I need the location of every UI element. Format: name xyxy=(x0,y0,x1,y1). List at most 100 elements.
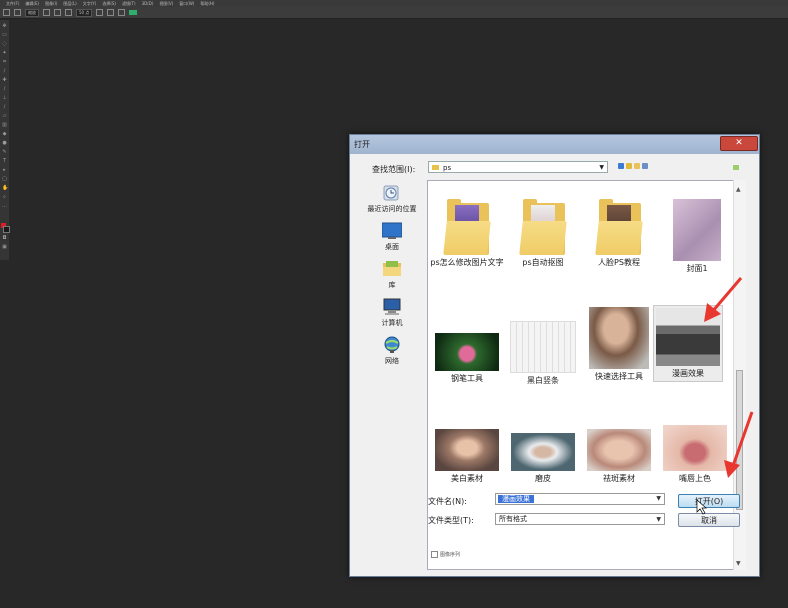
menu-image[interactable]: 图像(I) xyxy=(45,1,57,7)
move-tool-icon[interactable]: ✥ xyxy=(2,24,7,29)
place-label: 计算机 xyxy=(381,319,403,327)
view-menu-icon[interactable] xyxy=(642,163,648,169)
option-icon[interactable] xyxy=(96,9,104,16)
menu-view[interactable]: 视图(V) xyxy=(159,1,173,7)
file-list-scrollbar[interactable]: ▲ ▼ xyxy=(733,180,746,570)
eyedropper-tool-icon[interactable]: ∕ xyxy=(2,69,7,74)
up-folder-icon[interactable] xyxy=(626,163,632,169)
image-item[interactable]: 嘴唇上色 xyxy=(657,425,733,484)
image-item[interactable]: 黑白竖条 xyxy=(505,321,581,386)
folder-icon xyxy=(519,199,567,255)
history-brush-tool-icon[interactable]: ∕ xyxy=(2,105,7,110)
cancel-button[interactable]: 取消 xyxy=(678,513,740,527)
menu-layer[interactable]: 图层(L) xyxy=(63,1,76,7)
menu-3d[interactable]: 3D(D) xyxy=(142,1,154,6)
marquee-tool-icon[interactable]: ▭ xyxy=(2,33,7,38)
menu-select[interactable]: 选择(S) xyxy=(102,1,116,7)
place-recent[interactable]: 最近访问的位置 xyxy=(358,184,426,214)
file-name: 磨皮 xyxy=(535,474,551,483)
filetype-label: 文件类型(T): xyxy=(428,516,474,525)
file-name: 人脸PS教程 xyxy=(598,258,640,267)
path-select-tool-icon[interactable]: ▸ xyxy=(2,168,7,173)
image-item[interactable]: 快速选择工具 xyxy=(581,307,657,382)
scroll-up-icon[interactable]: ▲ xyxy=(736,186,741,193)
filetype-value: 所有格式 xyxy=(499,515,527,523)
computer-icon xyxy=(382,298,402,316)
chevron-down-icon: ▼ xyxy=(656,516,661,523)
eraser-tool-icon[interactable]: ▱ xyxy=(2,114,7,119)
dialog-title-bar[interactable]: 打开 ✕ xyxy=(350,135,759,154)
place-desktop[interactable]: 桌面 xyxy=(358,222,426,252)
folder-item[interactable]: ps怎么修改图片文字 xyxy=(429,199,505,268)
screen-mode-icon[interactable]: ▣ xyxy=(2,245,7,250)
place-label: 库 xyxy=(388,281,396,289)
close-button[interactable]: ✕ xyxy=(720,136,758,151)
back-icon[interactable] xyxy=(618,163,624,169)
image-item[interactable]: 祛斑素材 xyxy=(581,429,657,484)
menu-help[interactable]: 帮助(H) xyxy=(200,1,214,7)
place-computer[interactable]: 计算机 xyxy=(358,298,426,328)
image-thumbnail xyxy=(663,425,727,471)
help-icon[interactable] xyxy=(733,165,739,170)
dodge-tool-icon[interactable]: ● xyxy=(2,141,7,146)
shape-tool-icon[interactable]: ▢ xyxy=(2,177,7,182)
folder-item[interactable]: 人脸PS教程 xyxy=(581,199,657,268)
place-libraries[interactable]: 库 xyxy=(358,260,426,290)
filename-value: 漫画效果 xyxy=(498,495,534,503)
stamp-tool-icon[interactable]: ⊥ xyxy=(2,96,7,101)
image-sequence-checkbox[interactable]: 图像序列 xyxy=(431,551,460,558)
option-icon[interactable] xyxy=(43,9,50,16)
chevron-down-icon[interactable]: ▼ xyxy=(656,495,661,502)
brush-icon[interactable] xyxy=(14,9,21,16)
brush-tool-icon[interactable]: ∕ xyxy=(2,87,7,92)
image-thumbnail xyxy=(589,307,649,369)
image-item[interactable]: 封面1 xyxy=(659,199,735,274)
healing-tool-icon[interactable]: ✚ xyxy=(2,78,7,83)
network-icon xyxy=(382,336,402,354)
option-field-1[interactable]: 缩放 xyxy=(25,8,39,17)
type-tool-icon[interactable]: T xyxy=(2,159,7,164)
zoom-tool-icon[interactable]: ⌕ xyxy=(2,195,7,200)
image-item[interactable]: 磨皮 xyxy=(505,433,581,484)
option-icon[interactable] xyxy=(54,9,61,16)
place-network[interactable]: 网络 xyxy=(358,336,426,366)
menu-file[interactable]: 文件(F) xyxy=(6,1,19,7)
blur-tool-icon[interactable]: ◆ xyxy=(2,132,7,137)
quick-mask-icon[interactable]: ◘ xyxy=(2,236,7,241)
scroll-down-icon[interactable]: ▼ xyxy=(736,560,741,567)
menu-edit[interactable]: 编辑(E) xyxy=(25,1,39,7)
background-color-swatch[interactable] xyxy=(3,226,10,233)
tool-preset-icon[interactable] xyxy=(3,9,10,16)
menu-filter[interactable]: 滤镜(T) xyxy=(122,1,136,7)
image-thumbnail xyxy=(656,308,720,366)
filename-input[interactable]: 漫画效果 ▼ xyxy=(495,493,665,505)
new-folder-icon[interactable] xyxy=(634,163,640,169)
folder-item[interactable]: ps自动抠图 xyxy=(505,199,581,268)
option-icon[interactable] xyxy=(107,9,115,16)
libraries-icon xyxy=(382,260,402,278)
magic-wand-tool-icon[interactable]: ✦ xyxy=(2,51,7,56)
file-name: 祛斑素材 xyxy=(603,474,635,483)
more-tools-icon[interactable]: … xyxy=(2,204,7,209)
option-icon[interactable] xyxy=(118,9,126,16)
checkbox-box[interactable] xyxy=(431,551,438,558)
desktop-icon xyxy=(381,222,403,240)
menu-type[interactable]: 文字(Y) xyxy=(83,1,97,7)
open-button[interactable]: 打开(O) xyxy=(678,494,740,508)
scrollbar-thumb[interactable] xyxy=(736,370,743,510)
image-item[interactable]: 美白素材 xyxy=(429,429,505,484)
option-icon[interactable] xyxy=(65,9,72,16)
image-item[interactable]: 钢笔工具 xyxy=(429,321,505,384)
color-option-icon[interactable] xyxy=(129,10,138,15)
look-in-dropdown[interactable]: ps ▼ xyxy=(428,161,608,173)
gradient-tool-icon[interactable]: ▥ xyxy=(2,123,7,128)
filetype-select[interactable]: 所有格式 ▼ xyxy=(495,513,665,525)
crop-tool-icon[interactable]: ⌗ xyxy=(2,60,7,65)
lasso-tool-icon[interactable]: ◌ xyxy=(2,42,7,47)
image-item-selected[interactable]: 漫画效果 xyxy=(653,305,723,382)
menu-window[interactable]: 窗口(W) xyxy=(179,1,194,7)
pen-tool-icon[interactable]: ✎ xyxy=(2,150,7,155)
nav-toolbar xyxy=(618,163,648,169)
option-field-2[interactable]: 50 点 xyxy=(76,8,93,17)
hand-tool-icon[interactable]: ✋ xyxy=(2,186,8,191)
